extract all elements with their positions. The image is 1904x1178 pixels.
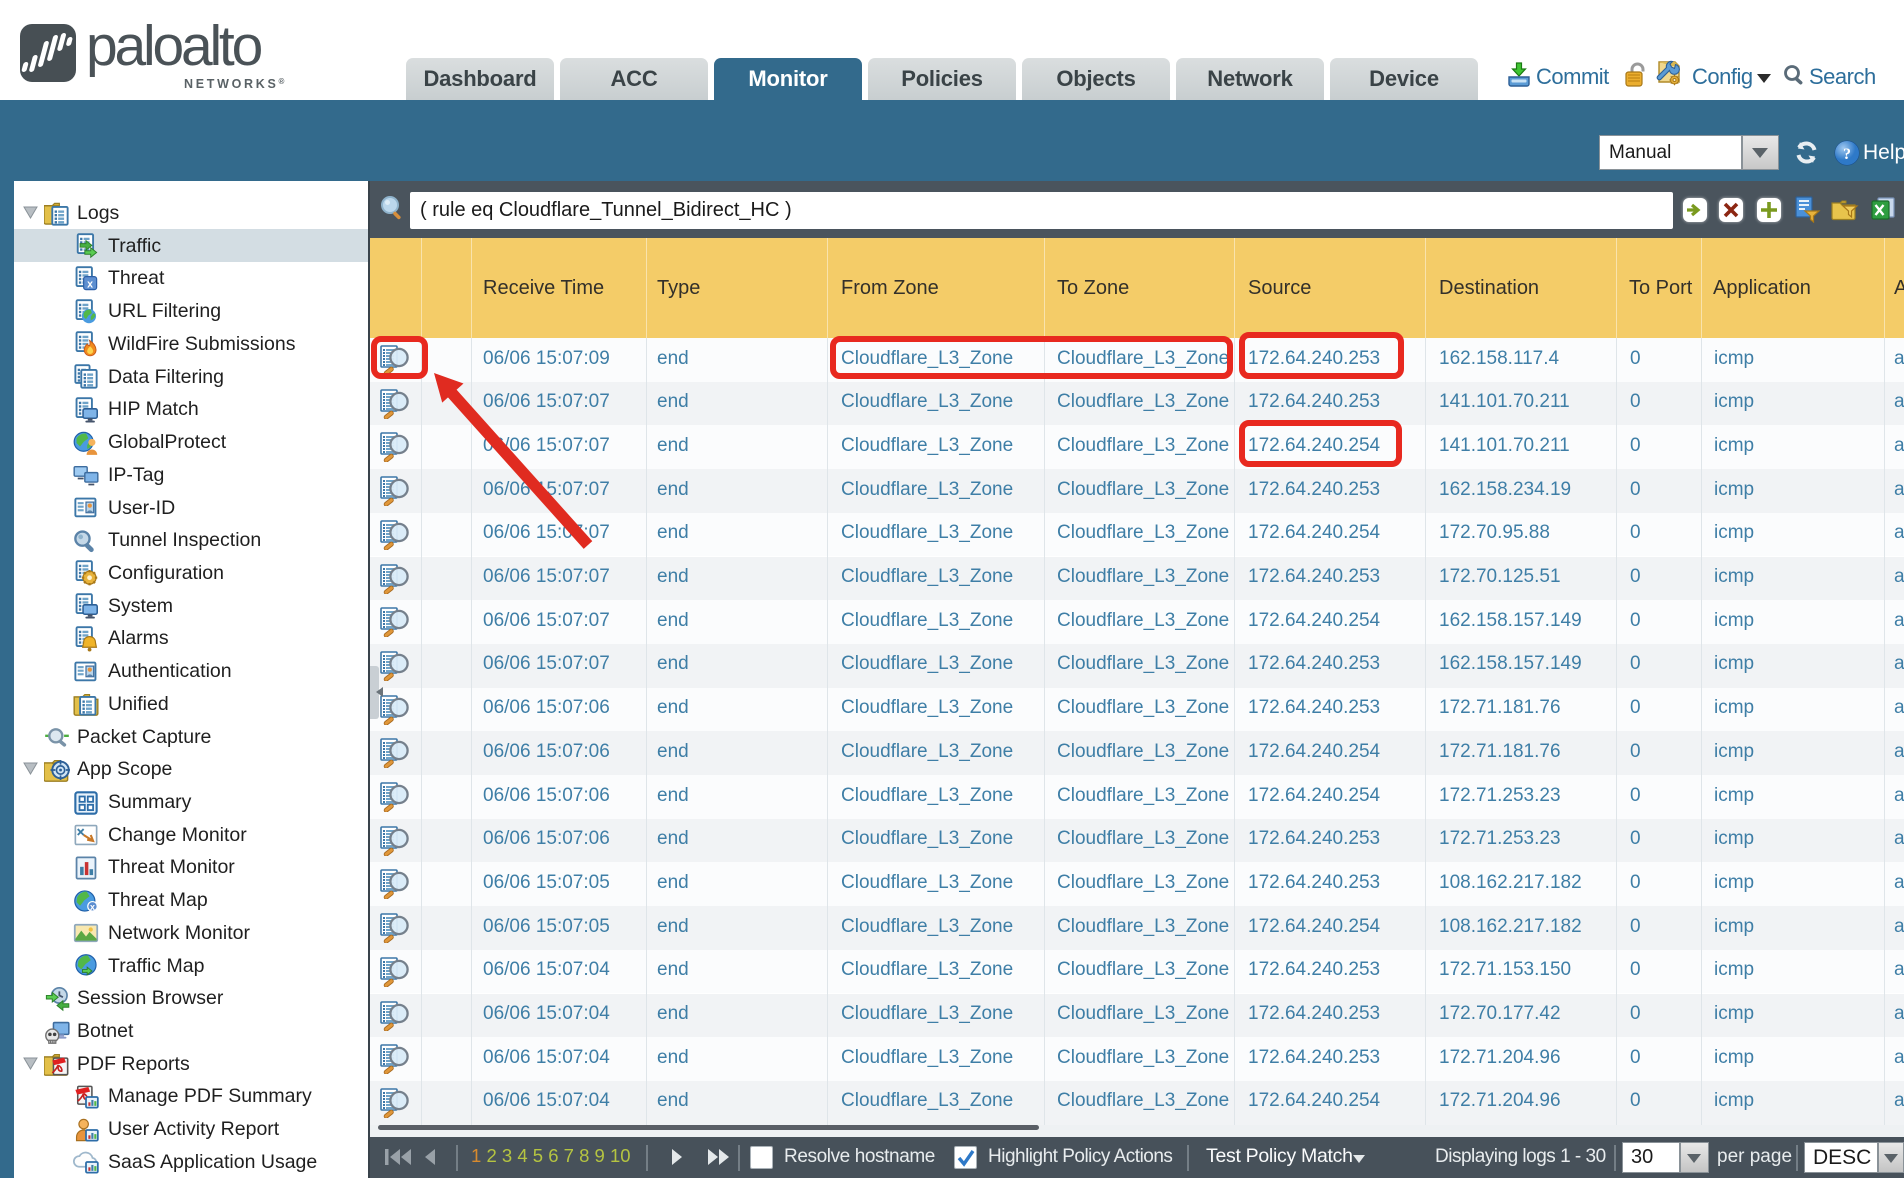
svg-text:?: ? (1843, 146, 1851, 163)
